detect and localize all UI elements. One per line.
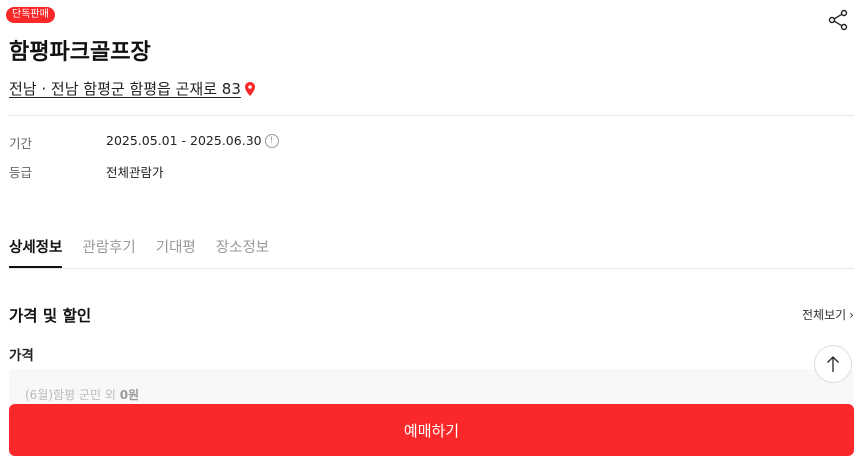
venue-address-link[interactable]: 전남 · 전남 함평군 함평읍 곤재로 83: [9, 78, 255, 100]
tab-detail-info[interactable]: 상세정보: [9, 236, 63, 268]
rating-value: 전체관람가: [106, 165, 164, 180]
tabs-divider: [9, 268, 854, 269]
share-icon[interactable]: [826, 8, 850, 32]
tab-expectations[interactable]: 기대평: [156, 236, 196, 268]
period-value: 2025.05.01 - 2025.06.30: [106, 133, 262, 148]
price-line: (6월)함평 군민 외 0원: [25, 386, 139, 403]
chevron-right-icon: ›: [849, 307, 854, 322]
price-line-label: (6월)함평 군민 외: [25, 388, 116, 402]
tab-reviews[interactable]: 관람후기: [82, 236, 135, 268]
map-pin-icon: [244, 82, 255, 96]
book-button[interactable]: 예매하기: [9, 404, 854, 456]
venue-address[interactable]: 전남 · 전남 함평군 함평읍 곤재로 83: [9, 79, 241, 99]
info-circle-icon[interactable]: !: [264, 133, 279, 148]
page-title: 함평파크골프장: [9, 40, 151, 65]
see-all-link[interactable]: 전체보기 ›: [802, 306, 854, 323]
arrow-up-icon: [827, 356, 839, 372]
scroll-to-top-button[interactable]: [814, 345, 852, 383]
exclusive-badge: 단독판매: [6, 7, 55, 23]
tab-venue-info[interactable]: 장소정보: [216, 236, 269, 268]
period-label: 기간: [9, 136, 33, 151]
detail-tabs: 상세정보 관람후기 기대평 장소정보: [9, 236, 269, 268]
price-subtitle: 가격: [9, 348, 34, 364]
period-row: 2025.05.01 - 2025.06.30 !: [106, 133, 279, 148]
pricing-section-title: 가격 및 할인: [9, 307, 92, 325]
header-divider: [9, 115, 854, 116]
rating-label: 등급: [9, 165, 33, 180]
see-all-label[interactable]: 전체보기: [802, 306, 846, 323]
price-line-amount: 0원: [119, 388, 140, 402]
